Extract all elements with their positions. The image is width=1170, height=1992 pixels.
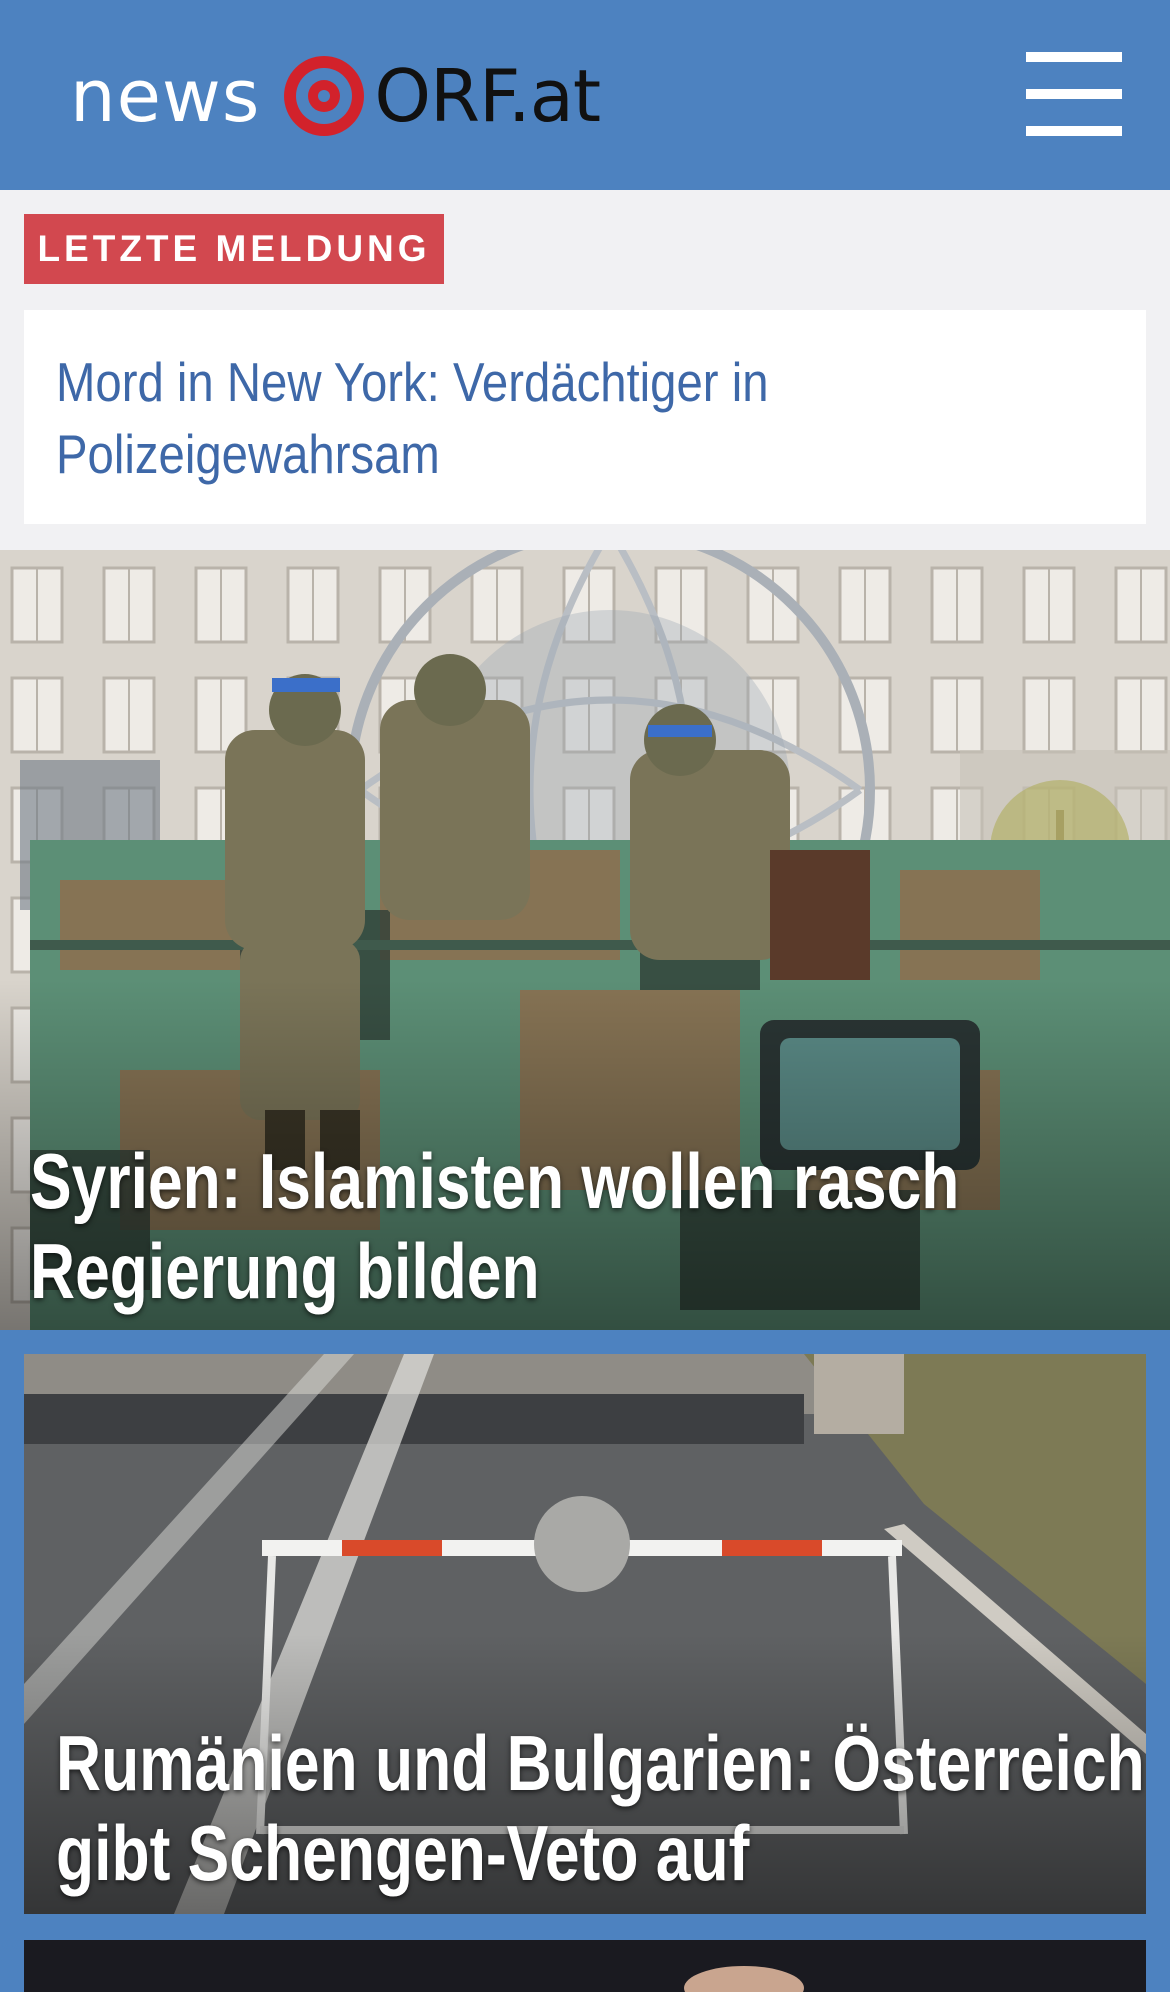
story-headline-line2: gibt Schengen-Veto auf <box>56 1809 750 1897</box>
hamburger-menu-icon[interactable] <box>1026 52 1122 136</box>
breaking-headline-line1: Mord in New York: Verdächtiger in <box>56 351 769 413</box>
story-card[interactable] <box>24 1940 1146 1992</box>
breaking-news-card[interactable]: Mord in New York: Verdächtiger in Polize… <box>24 310 1146 524</box>
orf-target-icon <box>284 56 365 136</box>
story-headline-line2: Regierung bilden <box>30 1227 540 1315</box>
story-headline-line1: Syrien: Islamisten wollen rasch <box>30 1137 960 1225</box>
story-headline[interactable]: Rumänien und Bulgarien: Österreich gibt … <box>56 1718 1145 1898</box>
orf-logo[interactable]: news ORF.at <box>70 48 601 144</box>
site-header: news ORF.at <box>0 0 1170 190</box>
story-card[interactable]: Rumänien und Bulgarien: Österreich gibt … <box>24 1354 1146 1914</box>
story-headline[interactable]: Syrien: Islamisten wollen rasch Regierun… <box>30 1136 959 1316</box>
breaking-news-headline[interactable]: Mord in New York: Verdächtiger in Polize… <box>56 346 959 490</box>
logo-news-text: news <box>70 54 261 138</box>
breaking-news-badge: LETZTE MELDUNG <box>24 214 444 284</box>
story-photo <box>24 1940 1146 1992</box>
breaking-headline-line2: Polizeigewahrsam <box>56 423 440 485</box>
logo-orf-text: ORF.at <box>374 54 601 138</box>
story-headline-line1: Rumänien und Bulgarien: Österreich <box>56 1719 1145 1807</box>
top-story-card[interactable]: Syrien: Islamisten wollen rasch Regierun… <box>0 550 1170 1330</box>
